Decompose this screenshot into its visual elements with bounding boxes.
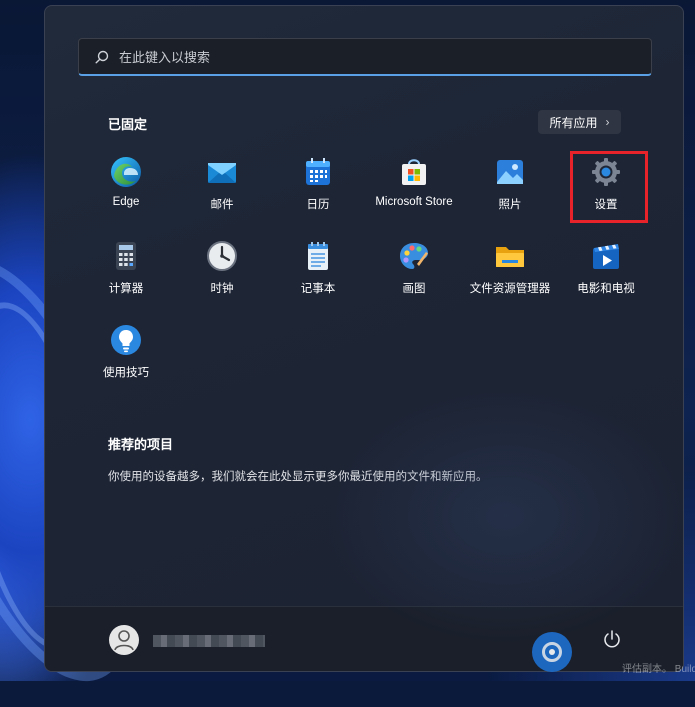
user-avatar-icon (114, 630, 134, 651)
recommended-section-title: 推荐的项目 (108, 437, 174, 452)
app-label: 日历 (306, 199, 330, 211)
notepad-icon (308, 242, 328, 270)
pinned-app-tips[interactable]: 使用技巧 (78, 324, 174, 396)
pinned-section-title: 已固定 (108, 117, 148, 132)
photos-icon (497, 160, 523, 184)
app-label: 使用技巧 (103, 367, 149, 379)
app-label: 时钟 (210, 283, 234, 295)
movies-tv-icon (593, 244, 619, 269)
power-icon[interactable] (602, 629, 622, 649)
pinned-app-file-explorer[interactable]: 文件资源管理器 (462, 240, 558, 312)
tips-icon (111, 325, 141, 355)
settings-highlight-box (570, 151, 648, 223)
user-name-redacted[interactable] (153, 635, 265, 647)
app-label: 邮件 (210, 199, 234, 211)
paint-icon (400, 243, 428, 269)
evaluation-watermark-text: 评估副本。 Build 22 (622, 664, 695, 675)
search-box[interactable]: 在此键入以搜索 (78, 38, 652, 76)
pinned-app-clock[interactable]: 时钟 (174, 240, 270, 312)
pinned-app-notepad[interactable]: 记事本 (270, 240, 366, 312)
pinned-app-microsoft-store[interactable]: Microsoft Store (366, 156, 462, 228)
app-label: 记事本 (300, 283, 336, 295)
file-explorer-icon (496, 247, 524, 267)
user-avatar-icon[interactable] (109, 625, 139, 655)
app-label: 文件资源管理器 (469, 283, 551, 295)
pinned-app-movies-tv[interactable]: 电影和电视 (558, 240, 654, 312)
clock-icon (207, 241, 237, 271)
store-icon (402, 159, 426, 185)
chevron-right-icon: › (605, 115, 610, 129)
app-label: 电影和电视 (577, 283, 635, 295)
app-label: 照片 (498, 199, 522, 211)
pinned-app-edge[interactable]: Edge (78, 156, 174, 228)
app-label: 计算器 (108, 283, 144, 295)
search-icon (95, 50, 109, 64)
mail-icon (208, 163, 236, 183)
calendar-icon (306, 158, 330, 185)
start-menu: 在此键入以搜索 已固定 所有应用 › Edge 邮件 日历 Microsoft … (44, 5, 684, 672)
start-footer (45, 606, 683, 671)
pinned-app-mail[interactable]: 邮件 (174, 156, 270, 228)
app-label: Microsoft Store (375, 196, 453, 208)
all-apps-label: 所有应用 (549, 115, 598, 130)
app-label: 画图 (402, 283, 426, 295)
pinned-app-calendar[interactable]: 日历 (270, 156, 366, 228)
app-label: Edge (112, 196, 140, 208)
pinned-app-paint[interactable]: 画图 (366, 240, 462, 312)
calculator-icon (116, 242, 136, 270)
pinned-app-calculator[interactable]: 计算器 (78, 240, 174, 312)
edge-icon (111, 157, 141, 187)
recommended-empty-text: 你使用的设备越多，我们就会在此处显示更多你最近使用的文件和新应用。 (108, 471, 488, 483)
all-apps-button[interactable]: 所有应用 › (538, 110, 621, 134)
watermark-logo-icon (532, 632, 572, 672)
pinned-app-photos[interactable]: 照片 (462, 156, 558, 228)
search-placeholder: 在此键入以搜索 (119, 50, 211, 65)
